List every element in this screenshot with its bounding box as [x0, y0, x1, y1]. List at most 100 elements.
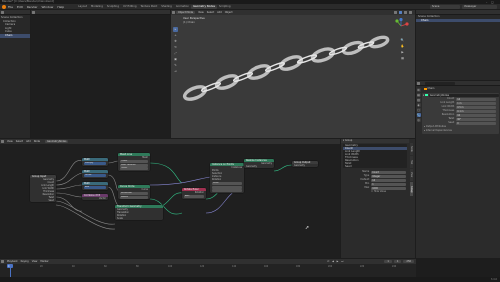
node-field[interactable]: Add — [84, 185, 106, 189]
tab-texture-paint[interactable]: Texture Paint — [139, 5, 160, 9]
current-frame-field[interactable]: 1 — [384, 260, 392, 263]
socket-list-item[interactable]: Seed — [343, 165, 407, 168]
node-field[interactable]: Divide — [84, 173, 106, 177]
menu-render[interactable]: Render — [27, 5, 38, 9]
node-field[interactable]: Resolution — [120, 191, 148, 195]
outliner-editor-icon[interactable] — [1, 11, 4, 14]
menu-help[interactable]: Help — [57, 5, 64, 9]
node-group-output[interactable]: Group Output Geometry — [292, 161, 318, 168]
collapsed-section[interactable]: ▸ Internal Dependencies — [422, 129, 499, 133]
tab-sculpting[interactable]: Sculpting — [105, 5, 121, 9]
group-socket-list: Geometry Count Link Length Link Width Th… — [343, 144, 407, 168]
node-instance-on-points[interactable]: Instance on Points Instances Points Sele… — [210, 163, 244, 193]
sidebar-tab-node[interactable]: Node — [410, 143, 413, 155]
editor-type-icon[interactable] — [1, 260, 4, 263]
tab-modeling[interactable]: Modeling — [89, 5, 105, 9]
sidebar-tab-group[interactable]: Group — [410, 182, 413, 196]
menu-window[interactable]: Window — [42, 5, 54, 9]
timeline: Playback Keying View Marker ⏮ ◀ ▶ ⏭ 1 1 … — [0, 259, 416, 277]
timeline-menu-marker[interactable]: Marker — [40, 260, 48, 263]
prop-value[interactable]: 0 — [456, 121, 496, 125]
node-field[interactable] — [212, 189, 242, 193]
prop-value[interactable]: 1 m — [456, 101, 496, 105]
node-combine-xyz[interactable]: Combine XYZ Vector — [82, 194, 108, 201]
node-editor[interactable]: View Select Add Node GeometryNodes Group… — [0, 139, 340, 258]
start-frame-field[interactable]: 1 — [393, 260, 402, 263]
workspace-tabs: Layout Modeling Sculpting UV Editing Tex… — [76, 4, 233, 9]
status-bar: 3.4.0 — [0, 277, 500, 282]
end-frame-field[interactable]: 250 — [403, 260, 414, 263]
timeline-menu-keying[interactable]: Keying — [21, 260, 29, 263]
prop-value[interactable]: 14 — [371, 178, 406, 182]
sidebar-tab-view[interactable]: View — [410, 169, 413, 181]
prop-value[interactable]: Count — [371, 170, 406, 174]
hide-value-checkbox[interactable]: ☐ Hide Value — [341, 190, 409, 194]
main-menu: File Edit Render Window Help — [8, 5, 68, 9]
outliner-item-selected[interactable]: Chain — [0, 33, 30, 38]
frame-tick: 20 — [40, 264, 43, 268]
chain-model[interactable] — [171, 10, 415, 138]
tab-scripting[interactable]: Scripting — [217, 5, 233, 9]
prop-value[interactable]: 0.5 m — [456, 105, 496, 109]
node-title: Math — [82, 182, 108, 186]
node-group-input[interactable]: Group Input Geometry Count Link Length L… — [30, 175, 56, 203]
tab-animation[interactable]: Animation — [174, 5, 191, 9]
node-math[interactable]: Math Divide — [82, 170, 108, 178]
tab-layout[interactable]: Layout — [76, 5, 89, 9]
prop-value[interactable]: 90° — [456, 117, 496, 121]
node-transform-geometry[interactable]: Transform Geometry Geometry Translation … — [115, 205, 163, 221]
menu-file[interactable]: File — [8, 5, 13, 9]
viewport-3d[interactable]: Object Mode View Select Add Object User … — [171, 10, 415, 138]
prop-value[interactable]: 1 — [371, 182, 406, 186]
node-socket-row: Rotation — [212, 178, 222, 182]
search-field[interactable] — [425, 81, 455, 85]
render-tab-icon[interactable]: ▤ — [416, 93, 421, 97]
timeline-menu-playback[interactable]: Playback — [7, 260, 18, 263]
tab-uv-editing[interactable]: UV Editing — [121, 5, 139, 9]
scene-selector[interactable]: Scene — [430, 4, 460, 9]
object-tab-icon[interactable]: ▢ — [416, 108, 421, 112]
editor-type-icon[interactable] — [417, 81, 420, 85]
node-math[interactable]: Math Add — [82, 182, 108, 190]
node-curve-circle[interactable]: Curve Circle Curve Resolution Radius — [118, 185, 150, 200]
view-layer-selector[interactable]: ViewLayer — [462, 4, 497, 9]
node-field[interactable]: Axis — [184, 194, 204, 198]
node-socket-row: Scale — [117, 217, 123, 221]
node-math[interactable]: Math Multiply — [82, 158, 108, 166]
node-field[interactable]: Scale — [212, 181, 242, 185]
scene-tab-icon[interactable]: ◈ — [416, 103, 421, 107]
node-rotate-euler[interactable]: Rotate Euler Rotation Axis — [182, 188, 206, 199]
editor-type-icon[interactable] — [32, 11, 35, 14]
prop-value[interactable]: 14 — [456, 97, 496, 101]
node-field[interactable]: Count — [120, 159, 148, 163]
node-field[interactable]: Offset — [120, 167, 148, 171]
playback-controls[interactable]: ⏮ ◀ ▶ ⏭ — [327, 260, 344, 263]
section-label: Internal Dependencies — [425, 128, 452, 132]
node-field[interactable]: Multiply — [84, 161, 106, 165]
node-field[interactable] — [212, 185, 242, 189]
prop-value[interactable]: 0.1 m — [456, 109, 496, 113]
node-field[interactable]: Radius — [120, 195, 148, 199]
node-realize-instances[interactable]: Realize Instances Geometry Geometry — [244, 159, 274, 169]
node-mesh-line[interactable]: Mesh Line Mesh Count Start Location Offs… — [118, 153, 150, 171]
object-icon — [424, 87, 427, 91]
tab-geometry-nodes[interactable]: Geometry Nodes — [191, 4, 217, 9]
node-field[interactable]: Start Location — [120, 163, 148, 167]
tool-tab-icon[interactable]: ⚙ — [416, 88, 421, 92]
prop-value[interactable]: 16 — [456, 113, 496, 117]
section-title: Group — [344, 139, 353, 142]
timeline-ruler[interactable]: 0 20 40 60 80 100 120 140 160 180 200 22… — [0, 264, 416, 277]
timeline-menu-view[interactable]: View — [32, 260, 38, 263]
physics-tab-icon[interactable]: ◎ — [416, 118, 421, 122]
output-tab-icon[interactable]: ▥ — [416, 98, 421, 102]
sidebar-tab-tool[interactable]: Tool — [410, 156, 413, 168]
modifier-tab-icon[interactable]: 🔧 — [416, 113, 421, 117]
sidebar-section-header[interactable]: ▾ Group — [341, 139, 409, 143]
geometry-nodes-icon — [425, 93, 428, 97]
blender-logo-icon[interactable] — [2, 4, 6, 9]
tab-shading[interactable]: Shading — [159, 5, 174, 9]
menu-edit[interactable]: Edit — [17, 5, 23, 9]
right-outliner-item-selected[interactable]: Chain — [416, 18, 500, 23]
prop-value[interactable]: Integer — [371, 174, 406, 178]
frame-tick: 200 — [328, 264, 333, 268]
